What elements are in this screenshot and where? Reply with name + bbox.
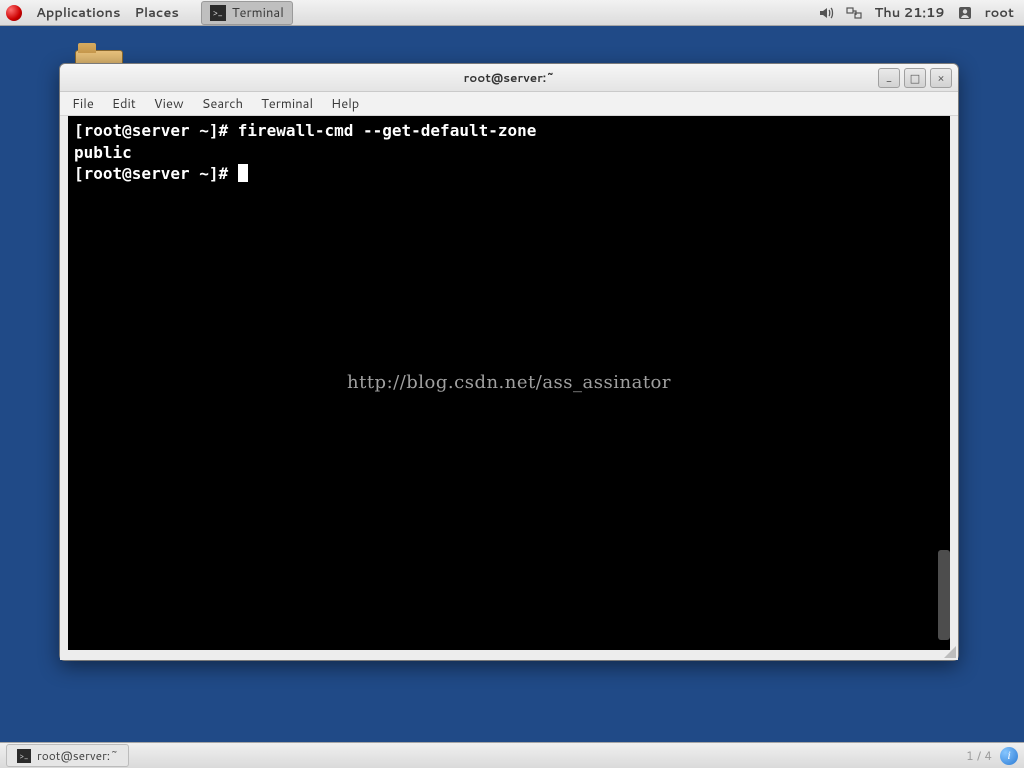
- command-1: firewall-cmd --get-default-zone: [238, 121, 537, 140]
- top-panel: Applications Places >_ Terminal Thu 21:1…: [0, 0, 1024, 26]
- user-icon[interactable]: [957, 5, 973, 21]
- terminal-wrap: [root@server ~]# firewall-cmd --get-defa…: [60, 116, 958, 660]
- network-icon[interactable]: [846, 5, 862, 21]
- applications-menu[interactable]: Applications: [36, 4, 120, 22]
- maximize-button[interactable]: □: [904, 68, 926, 88]
- volume-icon[interactable]: [818, 5, 834, 21]
- window-buttons: _ □ ×: [878, 68, 952, 88]
- watermark-text: http://blog.csdn.net/ass_assinator: [347, 371, 671, 395]
- cursor-icon: [238, 164, 248, 182]
- workspace-pager[interactable]: 1 / 4: [966, 747, 992, 764]
- top-left: Applications Places >_ Terminal: [0, 1, 293, 25]
- menu-view[interactable]: View: [154, 95, 184, 113]
- redhat-logo-icon: [6, 5, 22, 21]
- window-title: root@server:~: [464, 69, 555, 86]
- prompt-2: [root@server ~]#: [74, 164, 238, 183]
- system-tray: Thu 21:19 root: [818, 4, 1024, 22]
- info-icon[interactable]: i: [1000, 747, 1018, 765]
- menu-file[interactable]: File: [72, 95, 94, 113]
- terminal-output[interactable]: [root@server ~]# firewall-cmd --get-defa…: [68, 116, 950, 650]
- menu-edit[interactable]: Edit: [112, 95, 136, 113]
- terminal-icon: >_: [17, 749, 31, 763]
- clock[interactable]: Thu 21:19: [874, 4, 944, 22]
- menu-search[interactable]: Search: [202, 95, 243, 113]
- taskbar-item-terminal[interactable]: >_ Terminal: [201, 1, 293, 25]
- output-1: public: [74, 143, 132, 162]
- bottom-right: 1 / 4 i: [966, 747, 1024, 765]
- prompt-1: [root@server ~]#: [74, 121, 238, 140]
- terminal-window: root@server:~ _ □ × File Edit View Searc…: [59, 63, 959, 661]
- bottom-task-terminal[interactable]: >_ root@server:~: [6, 744, 129, 767]
- menu-terminal[interactable]: Terminal: [261, 95, 313, 113]
- bottom-panel: >_ root@server:~ 1 / 4 i: [0, 742, 1024, 768]
- minimize-button[interactable]: _: [878, 68, 900, 88]
- terminal-icon: >_: [210, 5, 226, 21]
- task-label: Terminal: [232, 4, 284, 22]
- close-button[interactable]: ×: [930, 68, 952, 88]
- scrollbar-thumb[interactable]: [938, 550, 950, 640]
- user-label[interactable]: root: [985, 4, 1014, 22]
- bottom-task-label: root@server:~: [37, 747, 118, 764]
- menubar: File Edit View Search Terminal Help: [60, 92, 958, 116]
- menu-help[interactable]: Help: [331, 95, 359, 113]
- places-menu[interactable]: Places: [134, 4, 178, 22]
- resize-grip-icon[interactable]: [944, 646, 956, 658]
- titlebar[interactable]: root@server:~ _ □ ×: [60, 64, 958, 92]
